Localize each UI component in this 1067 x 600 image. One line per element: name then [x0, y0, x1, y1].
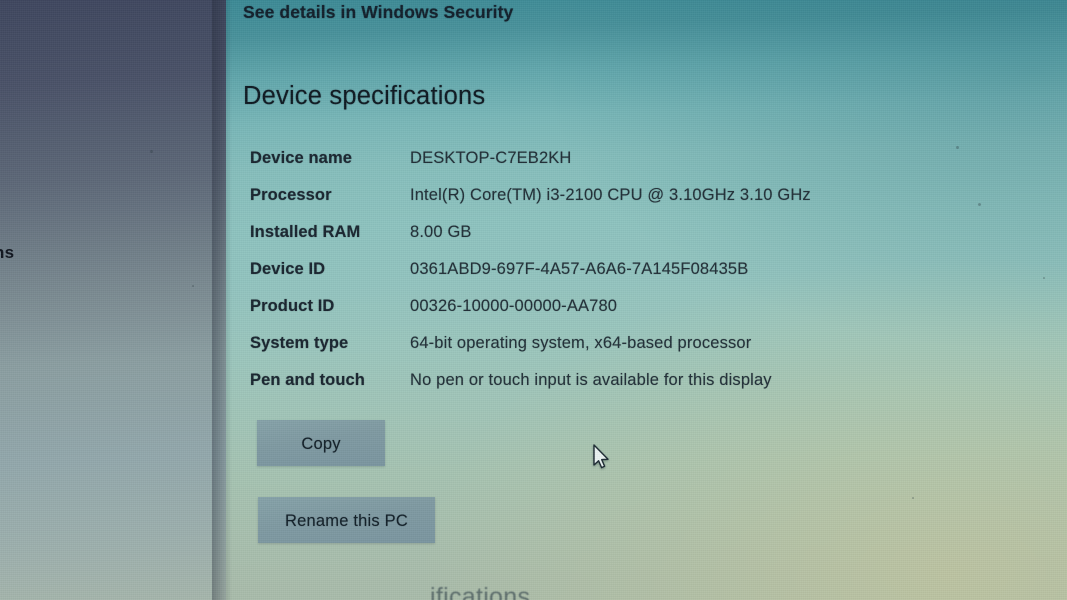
spec-label-product-id: Product ID	[250, 297, 335, 315]
rename-this-pc-button[interactable]: Rename this PC	[258, 497, 435, 543]
spec-value-processor: Intel(R) Core(TM) i3-2100 CPU @ 3.10GHz …	[410, 186, 811, 204]
mouse-pointer-icon	[592, 444, 612, 477]
photographed-screen: ns See details in Windows Security Devic…	[0, 0, 1067, 600]
spec-label-device-id: Device ID	[250, 260, 326, 278]
spec-value-product-id: 00326-10000-00000-AA780	[410, 297, 618, 315]
bottom-clipped-heading: ifications	[430, 583, 531, 600]
photo-speck	[1043, 277, 1045, 279]
spec-label-pen-and-touch: Pen and touch	[250, 371, 365, 389]
spec-label-system-type: System type	[250, 334, 349, 352]
content-layer: See details in Windows Security Device s…	[0, 0, 1067, 600]
spec-label-installed-ram: Installed RAM	[250, 223, 361, 241]
photo-speck	[192, 285, 194, 287]
spec-value-device-id: 0361ABD9-697F-4A57-A6A6-7A145F08435B	[410, 260, 749, 278]
spec-label-processor: Processor	[250, 186, 332, 204]
copy-button[interactable]: Copy	[257, 420, 385, 466]
page-title: Device specifications	[243, 82, 486, 110]
photo-speck	[150, 150, 153, 153]
spec-label-device-name: Device name	[250, 149, 352, 167]
photo-speck	[978, 203, 981, 206]
photo-speck	[956, 146, 959, 149]
spec-value-device-name: DESKTOP-C7EB2KH	[410, 149, 572, 167]
spec-value-system-type: 64-bit operating system, x64-based proce…	[410, 334, 752, 352]
see-details-in-windows-security-link[interactable]: See details in Windows Security	[243, 2, 513, 23]
spec-value-pen-and-touch: No pen or touch input is available for t…	[410, 371, 772, 389]
spec-value-installed-ram: 8.00 GB	[410, 223, 472, 241]
photo-speck	[912, 497, 914, 499]
